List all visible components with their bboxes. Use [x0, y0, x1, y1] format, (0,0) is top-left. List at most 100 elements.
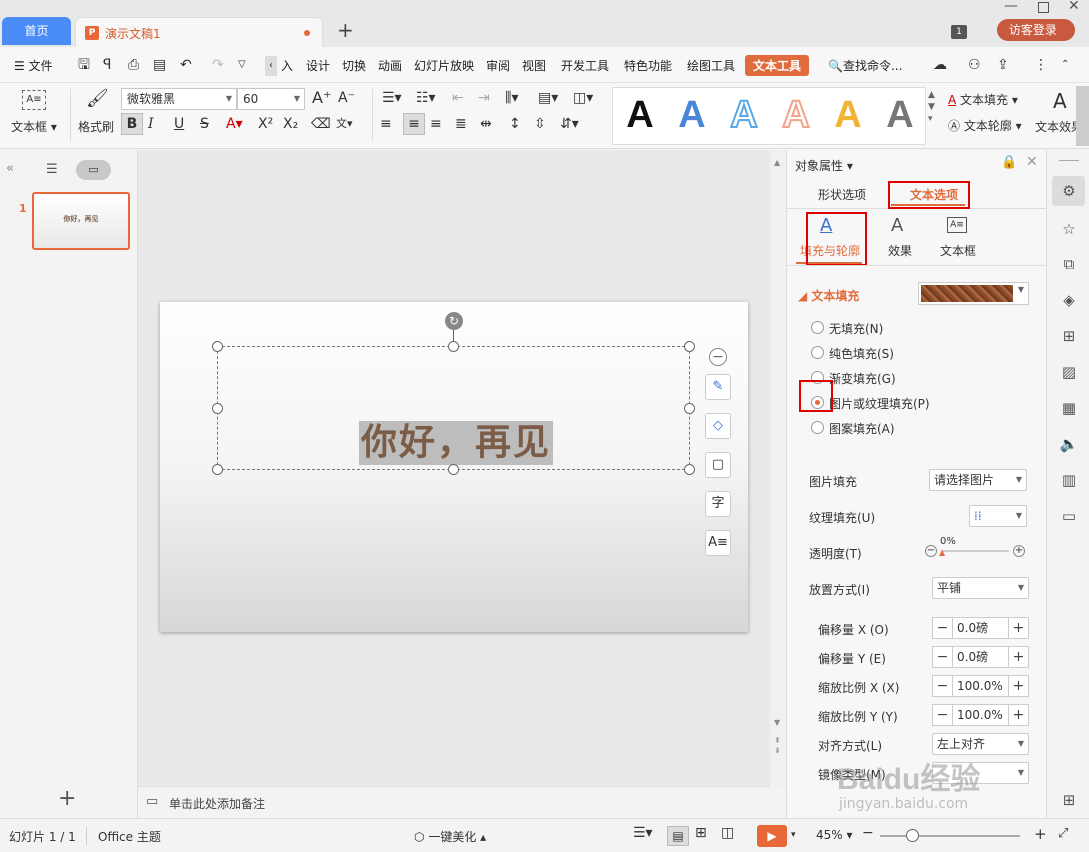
clear-format-icon[interactable]: ⌫	[311, 114, 331, 134]
paragraph-spacing-icon[interactable]: ⇳	[534, 114, 546, 134]
underline-icon[interactable]: U	[174, 114, 184, 134]
close-icon[interactable]: ✕	[1068, 0, 1080, 14]
rotate-handle-icon[interactable]: ↻	[445, 312, 463, 330]
format-painter-label[interactable]: 格式刷	[78, 118, 114, 135]
tab-shape-options[interactable]: 形状选项	[818, 186, 866, 203]
print-icon[interactable]: ⎙	[128, 55, 139, 75]
transparency-increase-icon[interactable]: +	[1013, 545, 1025, 557]
thumbnail-view-icon[interactable]: ▭	[76, 160, 111, 180]
page-nav-icon[interactable]: ⇞ ⇟	[774, 736, 781, 756]
zoom-slider-thumb[interactable]	[906, 829, 919, 842]
beautify-button[interactable]: ⬡ 一键美化 ▴	[414, 828, 486, 845]
texture-preview-select[interactable]: ▼	[918, 282, 1029, 305]
zoom-slider[interactable]	[880, 835, 1020, 837]
picture-fill-select[interactable]: 请选择图片 ▼	[929, 469, 1027, 491]
menu-design[interactable]: 设计	[306, 57, 330, 74]
add-slide-icon[interactable]: +	[58, 786, 76, 811]
wordart-style-1[interactable]: A	[614, 91, 666, 139]
more-icon[interactable]: ⋮	[1034, 55, 1048, 75]
texture-fill-select[interactable]: ⁞⁞ ▼	[969, 505, 1027, 527]
phonetic-icon[interactable]: 文▾	[336, 114, 353, 134]
plus-icon[interactable]: +	[1008, 705, 1028, 725]
collapse-pane-icon[interactable]: «	[6, 161, 14, 176]
plus-icon[interactable]: +	[1008, 618, 1028, 638]
edit-shape-icon[interactable]: ✎	[705, 374, 731, 400]
bold-icon[interactable]: B	[121, 113, 143, 135]
format-painter-small-icon[interactable]: ꟼ	[103, 55, 111, 75]
text-box-style-icon[interactable]: A≡	[705, 530, 731, 556]
column-icon[interactable]: ◫▾	[573, 88, 593, 108]
text-wrap-icon[interactable]: 字	[705, 491, 731, 517]
strikethrough-icon[interactable]: S	[200, 114, 209, 134]
align-center-icon[interactable]: ≡	[403, 113, 425, 135]
menu-slideshow[interactable]: 幻灯片放映	[414, 57, 474, 74]
scroll-down-icon[interactable]: ▼	[774, 718, 780, 727]
resize-handle[interactable]	[212, 341, 223, 352]
radio-no-fill[interactable]	[811, 321, 824, 334]
archive-icon[interactable]: ▭	[1059, 506, 1079, 526]
text-box[interactable]: 你好，再见	[217, 346, 690, 470]
align-text-icon[interactable]: ▤▾	[538, 88, 558, 108]
textbox-button[interactable]: 文本框 ▾	[11, 118, 57, 135]
chart-icon[interactable]: ▥	[1059, 470, 1079, 490]
tab-document[interactable]: P 演示文稿1	[75, 17, 323, 47]
align-select[interactable]: 左上对齐 ▼	[932, 733, 1029, 755]
slide-text[interactable]: 你好，再见	[359, 421, 554, 465]
editor-scrollbar[interactable]: ▲ ▼ ⇞ ⇟	[770, 150, 786, 786]
menu-review[interactable]: 审阅	[486, 57, 510, 74]
menu-transition[interactable]: 切换	[342, 57, 366, 74]
font-color-icon[interactable]: A▾	[226, 114, 243, 134]
collapse-ribbon-icon[interactable]: ⌃	[1061, 55, 1069, 75]
menu-insert[interactable]: 入	[281, 57, 293, 74]
apps-icon[interactable]: ⊞	[1059, 790, 1079, 810]
scale-y-stepper[interactable]: −100.0% +	[932, 704, 1029, 726]
collapse-float-toolbar-icon[interactable]: −	[709, 348, 727, 366]
scale-x-stepper[interactable]: −100.0% +	[932, 675, 1029, 697]
placement-select[interactable]: 平铺 ▼	[932, 577, 1029, 599]
wordart-style-4[interactable]: A	[770, 91, 822, 139]
offset-x-stepper[interactable]: −0.0磅 +	[932, 617, 1029, 639]
zoom-in-icon[interactable]: +	[1034, 825, 1047, 843]
resize-handle[interactable]	[212, 464, 223, 475]
textbox-frame-icon[interactable]: A≡	[947, 217, 967, 233]
transparency-decrease-icon[interactable]: −	[925, 545, 937, 557]
format-painter-icon[interactable]: 🖌	[86, 89, 109, 109]
new-tab-button[interactable]: +	[337, 18, 354, 42]
decrease-indent-icon[interactable]: ⇤	[452, 88, 464, 108]
subtab-textbox[interactable]: 文本框	[940, 242, 976, 259]
menu-drawing-tools[interactable]: 绘图工具	[687, 57, 735, 74]
command-search[interactable]: 🔍查找命令...	[828, 57, 902, 74]
slide-sorter-icon[interactable]: ⊞	[695, 825, 707, 841]
resize-handle[interactable]	[684, 464, 695, 475]
layers-icon[interactable]: ◈	[1059, 290, 1079, 310]
offset-y-value[interactable]: 0.0磅	[957, 647, 988, 667]
slider-thumb[interactable]: ▲	[939, 548, 945, 557]
resize-handle[interactable]	[448, 341, 459, 352]
menu-text-tools[interactable]: 文本工具	[745, 55, 810, 76]
superscript-icon[interactable]: X²	[258, 114, 273, 134]
export-icon[interactable]: ⇪	[997, 55, 1009, 75]
minus-icon[interactable]: −	[933, 647, 953, 667]
scroll-up-icon[interactable]: ▲	[774, 158, 780, 167]
normal-view-icon[interactable]: ▤	[667, 826, 689, 846]
layout-icon[interactable]: ⊞	[1059, 326, 1079, 346]
textbox-icon[interactable]: A≡	[22, 90, 46, 110]
notes-toggle-icon[interactable]: ☰▾	[633, 825, 653, 841]
resize-handle[interactable]	[684, 403, 695, 414]
text-effect-icon[interactable]: A	[1053, 89, 1067, 113]
transparency-slider[interactable]	[941, 550, 1009, 552]
offset-x-value[interactable]: 0.0磅	[957, 618, 988, 638]
decrease-font-icon[interactable]: A⁻	[338, 88, 355, 108]
slide-thumbnail[interactable]: 你好，再见	[32, 192, 130, 250]
plus-icon[interactable]: +	[1008, 647, 1028, 667]
minimize-icon[interactable]: —	[1004, 0, 1018, 14]
wordart-style-5[interactable]: A	[822, 91, 874, 139]
animation-icon[interactable]: ☆	[1059, 219, 1079, 239]
print-preview-icon[interactable]: ▤	[153, 55, 166, 75]
cloud-icon[interactable]: ☁	[933, 55, 947, 75]
menu-view[interactable]: 视图	[522, 57, 546, 74]
align-right-icon[interactable]: ≡	[430, 114, 442, 134]
panel-title[interactable]: 对象属性 ▾	[795, 157, 853, 174]
panel-close-icon[interactable]: ✕	[1026, 154, 1038, 170]
undo-icon[interactable]: ↶	[180, 55, 192, 75]
